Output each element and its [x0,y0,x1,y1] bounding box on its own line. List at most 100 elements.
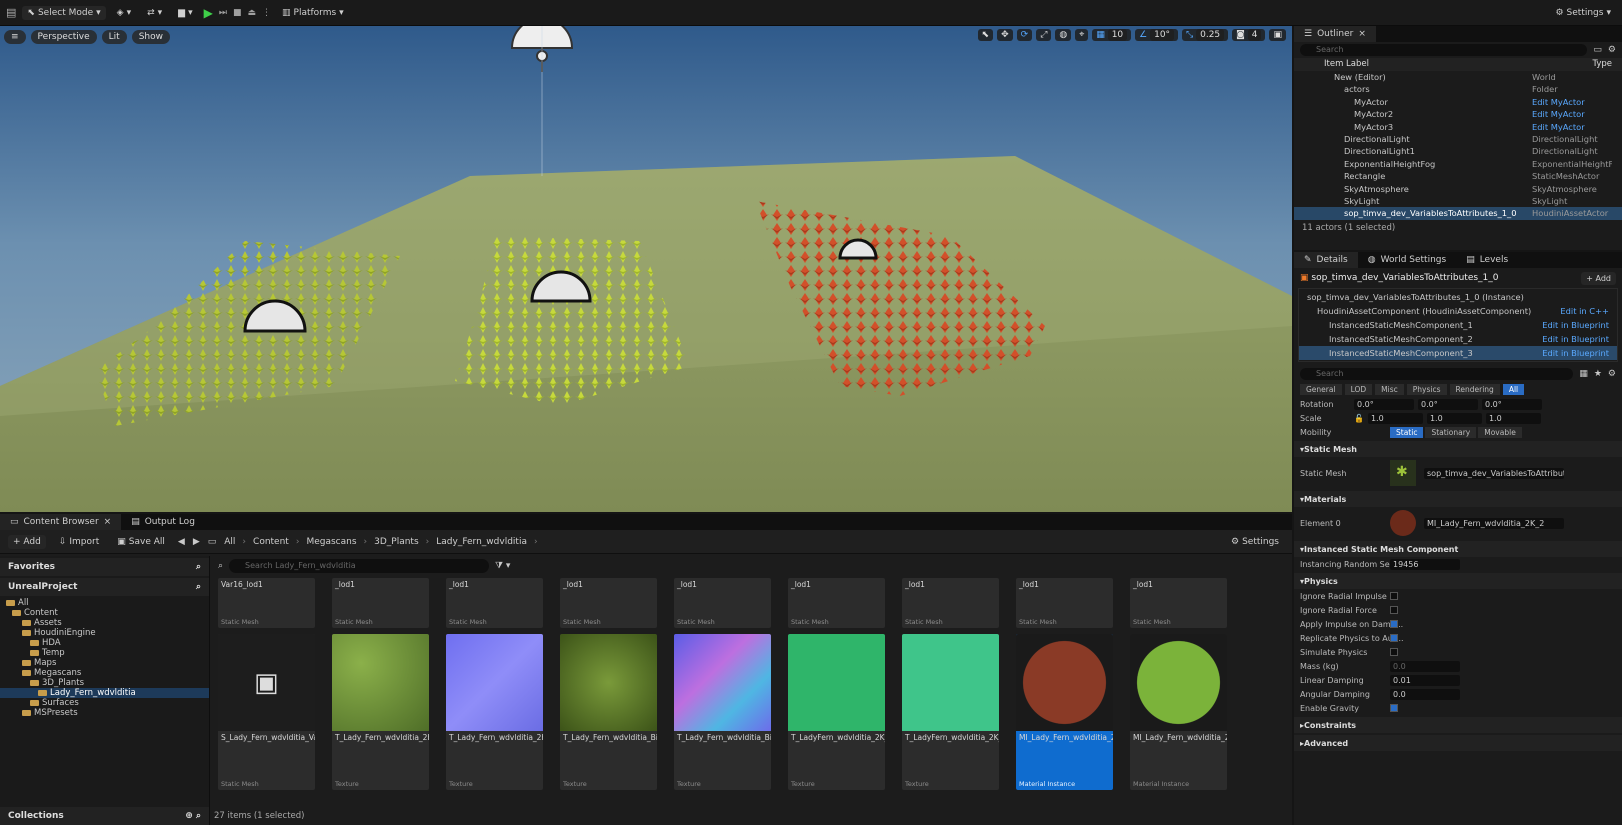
outliner-row[interactable]: actors Folder [1294,83,1622,95]
asset-search-input[interactable]: Search Lady_Fern_wdvlditia [229,559,490,573]
menu-icon[interactable]: ▤ [6,6,16,19]
mobility-static[interactable]: Static [1390,426,1424,438]
breadcrumb-all[interactable]: All [224,537,235,547]
history-back-icon[interactable]: ◀ [178,537,185,547]
filter-lod[interactable]: LOD [1344,384,1373,395]
move-tool-icon[interactable]: ✥ [997,29,1013,41]
lock-icon[interactable]: 🔓 [1354,414,1364,423]
scale-z[interactable]: 1.0 [1485,412,1541,424]
gear-icon[interactable]: ⚙ [1608,369,1616,379]
filter-icon[interactable]: ⧩ ▾ [495,561,510,571]
asset-tile[interactable]: _lod1 Static Mesh [674,578,771,628]
rotation-y[interactable]: 0.0° [1418,398,1478,410]
outliner-row-type[interactable]: Edit MyActor [1532,121,1612,133]
close-icon[interactable]: × [104,517,112,527]
outliner-row[interactable]: Rectangle StaticMeshActor [1294,170,1622,182]
outliner-row[interactable]: MyActor Edit MyActor [1294,96,1622,108]
cb-settings-button[interactable]: ⚙ Settings [1226,535,1284,549]
outliner-row[interactable]: ExponentialHeightFog ExponentialHeightFog [1294,158,1622,170]
camera-speed-button[interactable]: ◙ 4 [1232,29,1266,41]
enable-gravity-checkbox[interactable] [1390,704,1398,712]
rotation-x[interactable]: 0.0° [1354,398,1414,410]
mobility-movable[interactable]: Movable [1478,426,1522,438]
lit-button[interactable]: Lit [101,30,127,44]
breadcrumb-3d-plants[interactable]: 3D_Plants [374,537,419,547]
asset-tile[interactable]: T_Lady_Fern_wdvlditia_2K_N Texture [446,634,543,790]
static-mesh-picker[interactable]: sop_timva_dev_VariablesToAttributes_1_0_… [1424,467,1564,479]
tree-item[interactable]: Assets [0,618,209,628]
outliner-row-type[interactable]: Edit MyActor [1532,108,1612,120]
tab-content-browser[interactable]: ▭ Content Browser × [0,514,122,530]
import-button[interactable]: ⇩ Import [54,535,104,549]
platforms-dropdown[interactable]: ▥ Platforms ▾ [277,6,349,20]
outliner-search-input[interactable]: Search [1300,44,1588,56]
stop-icon[interactable]: ■ [233,8,242,18]
grid-view-icon[interactable]: ▦ [1579,369,1588,379]
breadcrumb-content[interactable]: Content [253,537,289,547]
outliner-row[interactable]: SkyAtmosphere SkyAtmosphere [1294,183,1622,195]
details-search-input[interactable]: Search [1300,368,1574,380]
asset-tile[interactable]: T_LadyFern_wdvlditia_2K_billboard_ART Tex… [902,634,999,790]
maximize-icon[interactable]: ▣ [1269,29,1286,41]
linear-damping-input[interactable]: 0.01 [1390,674,1460,686]
asset-tile[interactable]: _lod1 Static Mesh [1130,578,1227,628]
search-icon[interactable]: ⌕ [196,562,201,572]
section-static-mesh[interactable]: ▾ Static Mesh [1294,441,1622,457]
more-options-icon[interactable]: ⋮ [262,8,271,18]
collections-section[interactable]: Collections ⊕ ⌕ [0,807,209,825]
add-component-button[interactable]: + Add [1581,271,1616,285]
filter-rendering[interactable]: Rendering [1449,384,1500,395]
component-ismc-1[interactable]: InstancedStaticMeshComponent_1 Edit in Bl… [1299,318,1617,332]
filter-all[interactable]: All [1502,384,1525,395]
select-tool-icon[interactable]: ⬉ [977,29,994,41]
project-section[interactable]: UnrealProject ⌕ [0,578,209,596]
material-picker[interactable]: MI_Lady_Fern_wdvlditia_2K_2 [1424,517,1564,529]
favorites-section[interactable]: Favorites ⌕ [0,558,209,576]
blueprint-button[interactable]: ⇄ ▾ [142,6,167,20]
section-advanced[interactable]: ▸ Advanced [1294,735,1622,751]
search-icon[interactable]: ⊕ ⌕ [185,811,201,821]
step-icon[interactable]: ⏭ [219,8,227,18]
level-viewport[interactable]: ≡ Perspective Lit Show ⬉ ✥ ⟳ ⤢ ◍ ⌖ ▦ 10 … [0,26,1292,512]
asset-tile[interactable]: T_Lady_Fern_wdvlditia_2K_D Texture [332,634,429,790]
play-icon[interactable]: ▶ [204,6,213,20]
asset-tile[interactable]: _lod1 Static Mesh [902,578,999,628]
tree-item[interactable]: Maps [0,658,209,668]
tree-item[interactable]: Temp [0,648,209,658]
section-ismc[interactable]: ▾ Instanced Static Mesh Component [1294,541,1622,557]
random-seed-input[interactable]: 19456 [1390,558,1460,570]
gear-icon[interactable]: ⚙ [1608,45,1616,55]
cinematics-button[interactable]: ▆ ▾ [173,6,197,20]
type-header[interactable]: Type [1592,58,1612,71]
tree-item-selected[interactable]: Lady_Fern_wdvlditia [0,688,209,698]
grid-snap-button[interactable]: ▦ 10 [1092,29,1132,41]
component-ismc-2[interactable]: InstancedStaticMeshComponent_2 Edit in Bl… [1299,332,1617,346]
property-checkbox[interactable] [1390,592,1398,600]
asset-tile[interactable]: MI_Lady_Fern_wdvlditia_2K_2 Material Inst… [1016,634,1113,790]
perspective-button[interactable]: Perspective [30,30,97,44]
section-physics[interactable]: ▾ Physics [1294,573,1622,589]
surface-snap-icon[interactable]: ⌖ [1075,29,1089,41]
tree-item[interactable]: MSPresets [0,708,209,718]
component-ismc-3[interactable]: InstancedStaticMeshComponent_3 Edit in Bl… [1299,346,1617,360]
filter-misc[interactable]: Misc [1375,384,1404,395]
asset-tile[interactable]: Var16_lod1 Static Mesh [218,578,315,628]
star-icon[interactable]: ★ [1594,369,1602,379]
scale-y[interactable]: 1.0 [1426,412,1482,424]
tree-item[interactable]: All [0,598,209,608]
rotate-tool-icon[interactable]: ⟳ [1016,29,1033,41]
outliner-row[interactable]: New (Editor) World [1294,71,1622,83]
mass-input[interactable]: 0.0 [1390,660,1460,672]
tree-item[interactable]: Surfaces [0,698,209,708]
show-button[interactable]: Show [131,30,171,44]
tab-world-settings[interactable]: ◍ World Settings [1358,252,1456,268]
property-checkbox[interactable] [1390,648,1398,656]
component-houdini[interactable]: HoudiniAssetComponent (HoudiniAssetCompo… [1299,304,1617,318]
tree-item[interactable]: Megascans [0,668,209,678]
tab-outliner[interactable]: ☰ Outliner × [1294,26,1376,42]
item-label-header[interactable]: Item Label [1324,58,1369,71]
section-materials[interactable]: ▾ Materials [1294,491,1622,507]
tree-item[interactable]: HDA [0,638,209,648]
world-icon[interactable]: ◍ [1055,29,1072,41]
asset-tile[interactable]: T_Lady_Fern_wdvlditia_Billboard_N Texture [674,634,771,790]
